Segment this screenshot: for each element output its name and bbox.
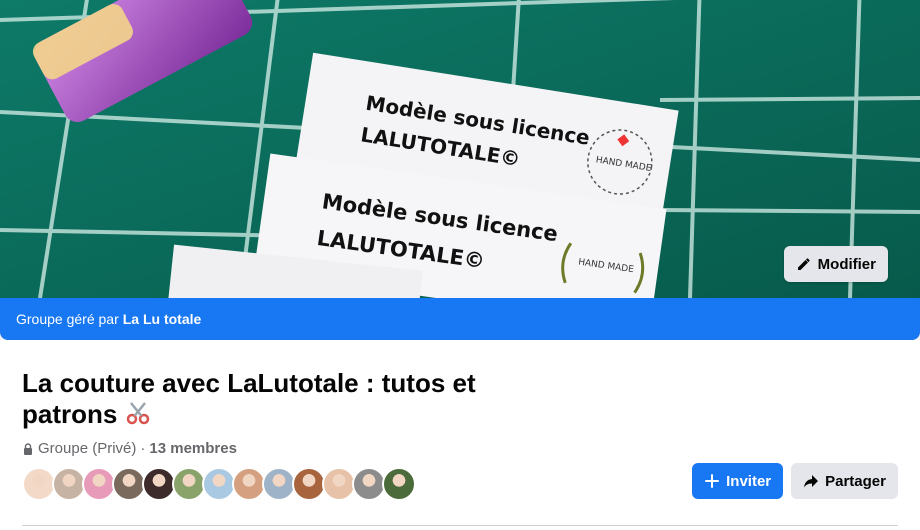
invite-label: Inviter — [726, 472, 772, 490]
member-avatar[interactable] — [322, 467, 356, 501]
member-avatar[interactable] — [202, 467, 236, 501]
member-avatars — [22, 467, 416, 501]
edit-cover-button[interactable]: Modifier — [783, 246, 888, 282]
pencil-icon — [797, 258, 810, 270]
group-title-text: La couture avec LaLutotale : tutos et pa… — [22, 368, 476, 429]
member-avatar[interactable] — [352, 467, 386, 501]
share-arrow-icon — [804, 475, 819, 488]
cover-photo: Modèle sous licence LALUTOTALE© HAND MAD… — [0, 0, 920, 298]
member-avatar[interactable] — [172, 467, 206, 501]
scissors-icon — [126, 402, 149, 425]
share-button[interactable]: Partager — [791, 463, 898, 499]
group-actions: Inviter Partager — [692, 463, 898, 499]
member-avatar[interactable] — [232, 467, 266, 501]
group-meta: Groupe (Privé) · 13 membres — [22, 440, 237, 457]
meta-separator: · — [140, 440, 146, 457]
managed-by-prefix: Groupe géré par — [16, 311, 119, 327]
plus-icon — [705, 474, 720, 488]
member-avatar[interactable] — [142, 467, 176, 501]
member-avatar[interactable] — [82, 467, 116, 501]
member-avatar[interactable] — [52, 467, 86, 501]
member-avatar[interactable] — [382, 467, 416, 501]
invite-button[interactable]: Inviter — [692, 463, 784, 499]
member-avatar[interactable] — [262, 467, 296, 501]
managed-by-banner: Groupe géré par La Lu totale — [0, 298, 920, 340]
member-avatar[interactable] — [292, 467, 326, 501]
members-count[interactable]: 13 membres — [149, 440, 237, 457]
member-avatar[interactable] — [112, 467, 146, 501]
member-avatar[interactable] — [22, 467, 56, 501]
group-title: La couture avec LaLutotale : tutos et pa… — [22, 368, 542, 430]
group-header: La couture avec LaLutotale : tutos et pa… — [0, 340, 920, 530]
admin-link[interactable]: La Lu totale — [123, 311, 202, 327]
header-divider — [22, 525, 898, 526]
lock-icon — [24, 442, 32, 455]
edit-cover-label: Modifier — [817, 255, 876, 273]
group-privacy: Groupe (Privé) — [38, 440, 137, 457]
share-label: Partager — [825, 472, 886, 490]
cover-illustration: Modèle sous licence LALUTOTALE© HAND MAD… — [0, 0, 920, 298]
